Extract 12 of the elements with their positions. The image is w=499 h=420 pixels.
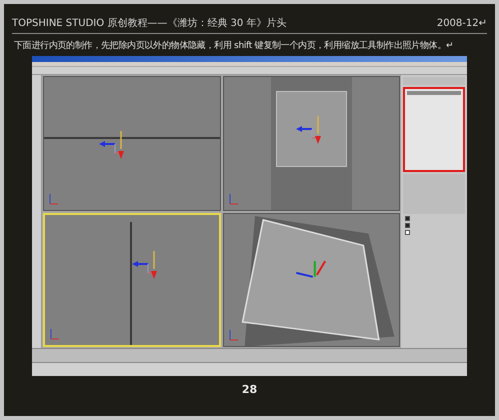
axis-tripod-icon — [228, 194, 238, 206]
header-date: 2008-12↵ — [436, 17, 487, 31]
checkbox[interactable] — [405, 216, 410, 221]
axis-tripod-icon — [228, 330, 238, 342]
axis-tripod-icon — [49, 329, 59, 341]
viewport[interactable] — [222, 76, 400, 210]
header-title: TOPSHINE STUDIO 原创教程——《潍坊：经典 30 年》片头 — [12, 16, 286, 31]
checkbox[interactable] — [405, 223, 410, 228]
instruction-text: 下面进行内页的制作，先把除内页以外的物体隐藏，利用 shift 键复制一个内页，利用缩放工具制作出照片物体。↵ — [14, 40, 454, 52]
axis-tripod-icon — [48, 194, 58, 206]
page-number: 28 — [242, 382, 258, 398]
checkbox[interactable] — [405, 230, 410, 235]
